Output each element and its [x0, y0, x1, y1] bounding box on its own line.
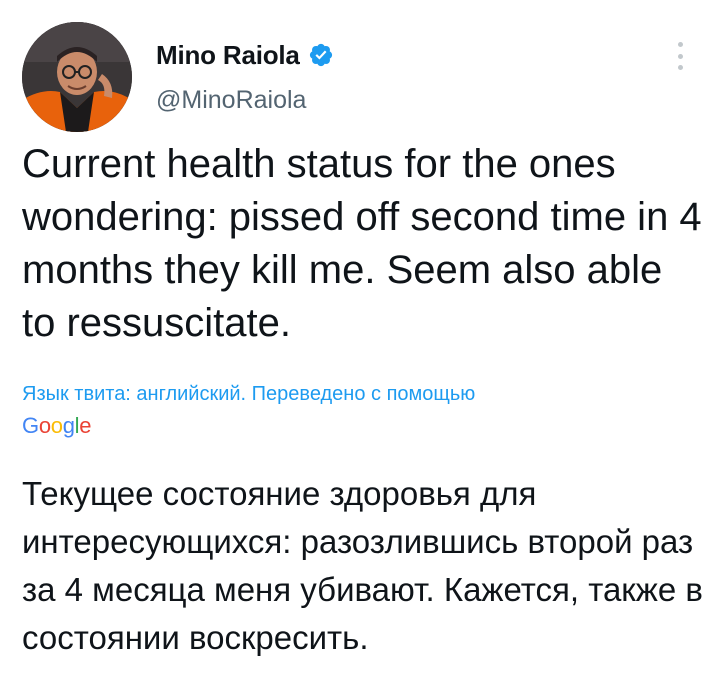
- google-logo: Google: [22, 413, 92, 438]
- verified-badge-icon: [308, 42, 334, 68]
- display-name[interactable]: Mino Raiola: [156, 40, 300, 71]
- avatar[interactable]: [22, 22, 132, 132]
- tweet-text: Current health status for the ones wonde…: [22, 142, 702, 345]
- handle[interactable]: @MinoRaiola: [156, 86, 334, 115]
- translated-text: Текущее состояние здоровья для интересую…: [22, 475, 703, 656]
- avatar-image: [22, 22, 132, 132]
- tweet: Mino Raiola @MinoRaiola Current health s…: [0, 0, 720, 691]
- author-block: Mino Raiola @MinoRaiola: [156, 38, 334, 115]
- more-vertical-icon[interactable]: [674, 42, 686, 70]
- translation-meta: Язык твита: английский. Переведено с пом…: [22, 380, 702, 440]
- translation-language-link[interactable]: Язык твита: английский. Переведено с пом…: [22, 380, 702, 408]
- name-row: Mino Raiola: [156, 38, 334, 72]
